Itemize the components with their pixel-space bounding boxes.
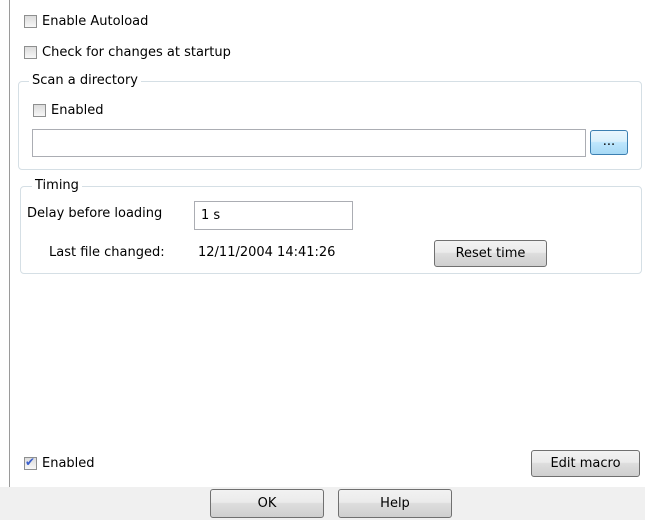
reset-time-button[interactable]: Reset time — [434, 240, 547, 267]
browse-button[interactable]: ... — [590, 130, 628, 155]
timing-group — [20, 186, 642, 274]
scan-directory-legend: Scan a directory — [29, 73, 141, 88]
last-file-changed-label: Last file changed: — [49, 245, 165, 260]
enable-autoload-label: Enable Autoload — [42, 13, 149, 29]
macro-enabled-checkbox[interactable] — [24, 455, 37, 470]
macro-enabled-label: Enabled — [42, 455, 95, 471]
enable-autoload-checkbox[interactable] — [24, 14, 37, 28]
ok-button[interactable]: OK — [210, 489, 324, 518]
scan-enabled-label: Enabled — [51, 102, 104, 118]
dialog-footer: OK Help — [0, 487, 645, 520]
left-border-line — [9, 0, 10, 487]
timing-legend: Timing — [32, 178, 82, 193]
check-startup-checkbox[interactable] — [24, 45, 37, 59]
directory-path-input[interactable] — [32, 129, 586, 157]
help-button[interactable]: Help — [338, 489, 452, 518]
check-startup-row[interactable]: Check for changes at startup — [24, 43, 231, 61]
enable-autoload-row[interactable]: Enable Autoload — [24, 12, 148, 30]
check-startup-label: Check for changes at startup — [42, 44, 231, 60]
macro-enabled-row[interactable]: Enabled — [24, 454, 95, 472]
last-file-changed-value: 12/11/2004 14:41:26 — [198, 245, 336, 260]
delay-label: Delay before loading — [27, 206, 163, 221]
autoload-settings-panel: Enable Autoload Check for changes at sta… — [0, 0, 645, 487]
scan-enabled-checkbox[interactable] — [33, 103, 46, 117]
edit-macro-button[interactable]: Edit macro — [531, 450, 640, 477]
scan-enabled-row[interactable]: Enabled — [33, 101, 104, 119]
delay-input[interactable]: 1 s — [194, 201, 353, 230]
